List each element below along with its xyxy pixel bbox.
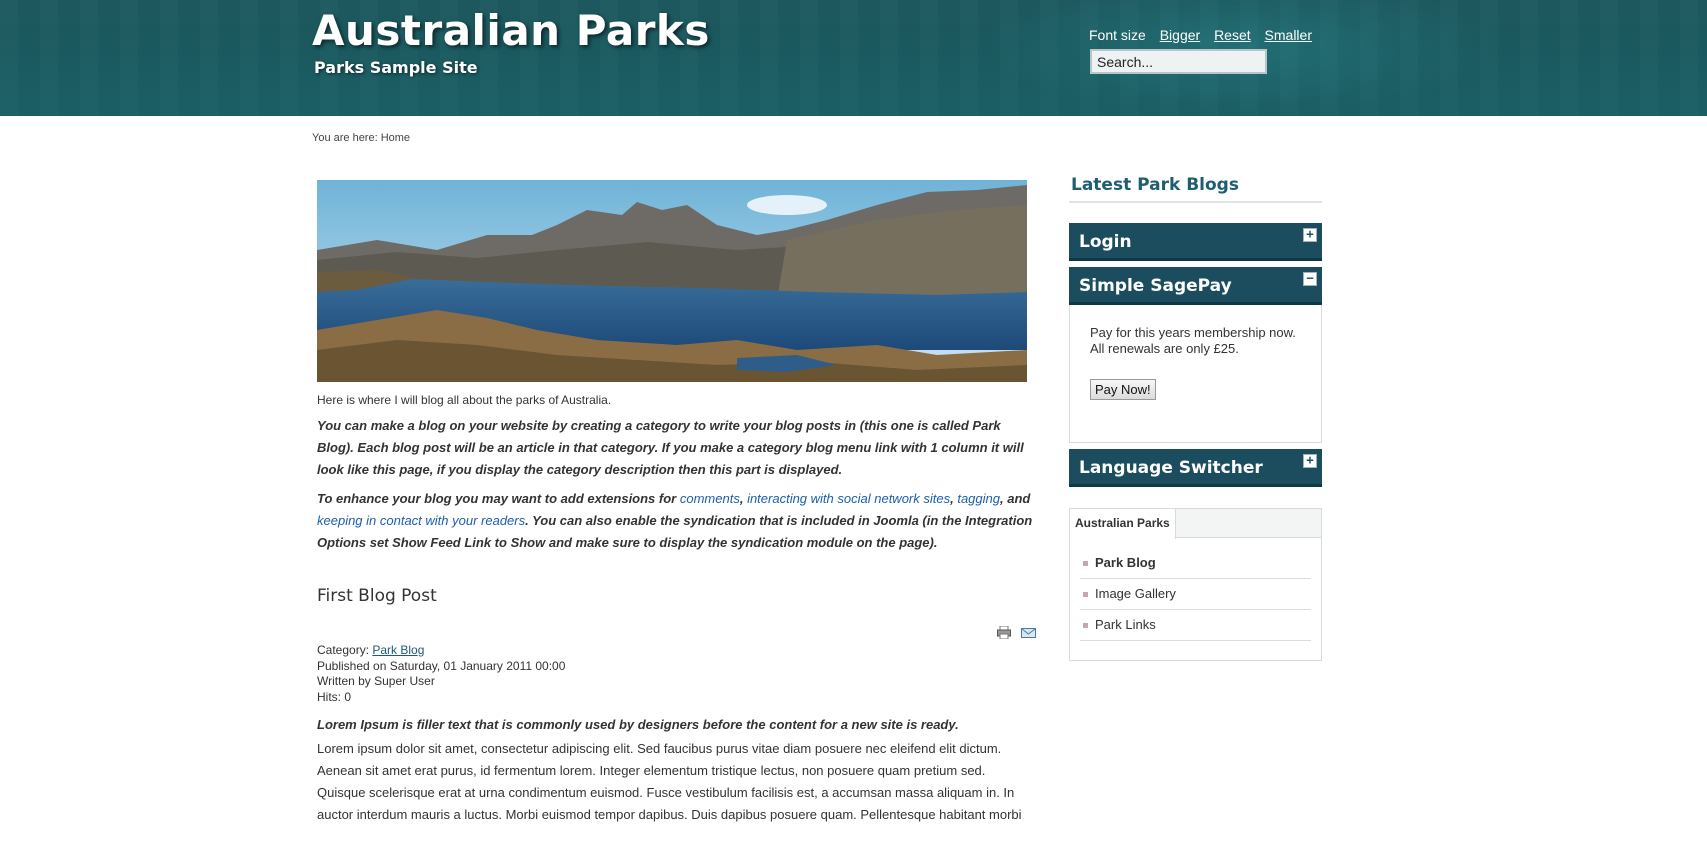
sagepay-module-header[interactable]: Simple SagePay − [1069,267,1322,305]
sagepay-text-1: Pay for this years membership now. [1090,325,1296,340]
post-category: Category: Park Blog [317,643,1037,659]
font-bigger-link[interactable]: Bigger [1160,27,1200,43]
font-size-controls: Font size Bigger Reset Smaller [1089,27,1312,43]
tagging-link[interactable]: tagging [957,491,1000,506]
bullet-icon [1083,592,1088,598]
tab-australian-parks[interactable]: Australian Parks [1070,509,1176,539]
sagepay-text-2: All renewals are only £25. [1090,341,1239,356]
post-lead: Lorem Ipsum is filler text that is commo… [317,717,959,732]
breadcrumb: You are here: Home [312,132,411,144]
sagepay-title: Simple SagePay [1079,276,1232,296]
font-size-label: Font size [1089,27,1146,43]
post-title[interactable]: First Blog Post [317,586,1037,606]
intro-text: Here is where I will blog all about the … [317,393,612,407]
sidebar: Latest Park Blogs Login + Simple SagePay… [1069,175,1322,661]
post-icons [997,625,1037,644]
email-icon[interactable] [1021,627,1037,639]
login-module-header[interactable]: Login + [1069,223,1322,261]
bullet-icon [1083,561,1088,567]
font-smaller-link[interactable]: Smaller [1265,27,1312,43]
social-networks-link[interactable]: interacting with social network sites [747,491,950,506]
readers-contact-link[interactable]: keeping in contact with your readers [317,513,525,528]
language-switcher-header[interactable]: Language Switcher + [1069,449,1322,487]
latest-park-blogs-heading: Latest Park Blogs [1069,175,1322,203]
menu-item-image-gallery[interactable]: Image Gallery [1080,579,1311,610]
comments-link[interactable]: comments [680,491,740,506]
separator: , [739,491,748,506]
menu-item-label: Park Blog [1095,555,1156,570]
print-icon[interactable] [997,625,1011,640]
post-published: Published on Saturday, 01 January 2011 0… [317,658,566,673]
site-title[interactable]: Australian Parks [312,6,710,55]
tab-menu-list: Park Blog Image Gallery Park Links [1070,538,1321,641]
expand-icon[interactable]: + [1303,228,1317,242]
post-hits: Hits: 0 [317,689,352,704]
description-paragraph-2: To enhance your blog you may want to add… [317,488,1037,554]
post-body: Lorem ipsum dolor sit amet, consectetur … [317,741,1022,822]
bullet-icon [1083,623,1088,629]
main-content: Here is where I will blog all about the … [317,180,1037,826]
login-title: Login [1079,232,1132,252]
language-switcher-title: Language Switcher [1079,458,1263,478]
header-texture [0,0,1707,116]
hero-lake-image [317,180,1027,382]
expand-icon[interactable]: + [1303,454,1317,468]
tab-bar: Australian Parks [1070,509,1321,539]
category-link[interactable]: Park Blog [372,643,424,657]
australian-parks-tabs: Australian Parks Park Blog Image Gallery… [1069,508,1322,661]
category-label: Category: [317,643,373,657]
post-author: Written by Super User [317,674,435,688]
sagepay-module-body: Pay for this years membership now. All r… [1069,305,1322,443]
menu-item-park-blog[interactable]: Park Blog [1080,548,1311,579]
site-subtitle: Parks Sample Site [314,58,478,77]
site-header: Australian Parks Parks Sample Site Font … [0,0,1707,116]
menu-item-label: Park Links [1095,617,1156,632]
menu-item-park-links[interactable]: Park Links [1080,610,1311,641]
post-meta: Category: Park Blog Published on Saturda… [317,643,1037,705]
para2-start: To enhance your blog you may want to add… [317,491,680,506]
font-reset-link[interactable]: Reset [1214,27,1251,43]
pay-now-button[interactable]: Pay Now! [1090,379,1156,400]
description-paragraph-1: You can make a blog on your website by c… [317,418,1024,477]
menu-item-label: Image Gallery [1095,586,1176,601]
separator: , and [999,491,1031,506]
collapse-icon[interactable]: − [1303,272,1317,286]
search-input[interactable] [1090,49,1267,74]
